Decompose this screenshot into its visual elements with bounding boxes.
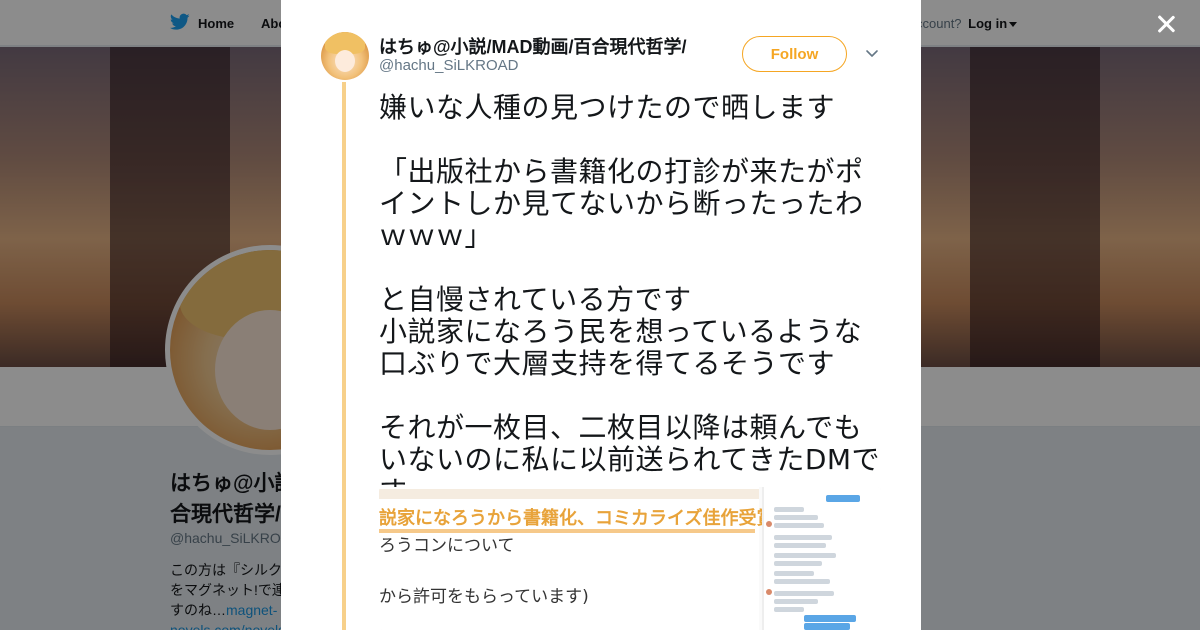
media-text-line: から許可をもらっています) xyxy=(379,587,589,607)
tweet-modal: はちゅ@小説/MAD動画/百合現代哲学/ @hachu_SiLKROAD Fol… xyxy=(281,0,921,630)
thread-line xyxy=(342,82,346,630)
close-icon[interactable] xyxy=(1152,10,1180,38)
media-image-2[interactable] xyxy=(762,487,881,630)
chevron-down-icon[interactable] xyxy=(865,46,879,60)
author-avatar[interactable] xyxy=(321,32,369,80)
tweet-text: 嫌いな人種の見つけたので晒します 「出版社から書籍化の打診が来たがポイントしか見… xyxy=(379,92,884,508)
author-handle[interactable]: @hachu_SiLKROAD xyxy=(379,57,518,74)
media-text-line: ろうコンについて xyxy=(379,536,515,556)
tweet-paragraph: 「出版社から書籍化の打診が来たがポイントしか見てないから断ったったわｗｗｗ」 xyxy=(379,155,864,252)
media-image-1[interactable]: 説家になろうから書籍化、コミカライズ佳作受賞 ろうコンについて から許可をもらっ… xyxy=(379,487,774,630)
follow-button[interactable]: Follow xyxy=(742,36,847,72)
author-name[interactable]: はちゅ@小説/MAD動画/百合現代哲学/ xyxy=(379,33,687,59)
tweet-paragraph: 嫌いな人種の見つけたので晒します xyxy=(379,91,836,124)
tweet-paragraph: と自慢されている方です 小説家になろう民を想っているような口ぶりで大層支持を得て… xyxy=(379,283,863,380)
media-headline: 説家になろうから書籍化、コミカライズ佳作受賞 xyxy=(379,508,775,529)
tweet-media[interactable]: 説家になろうから書籍化、コミカライズ佳作受賞 ろうコンについて から許可をもらっ… xyxy=(379,487,881,630)
